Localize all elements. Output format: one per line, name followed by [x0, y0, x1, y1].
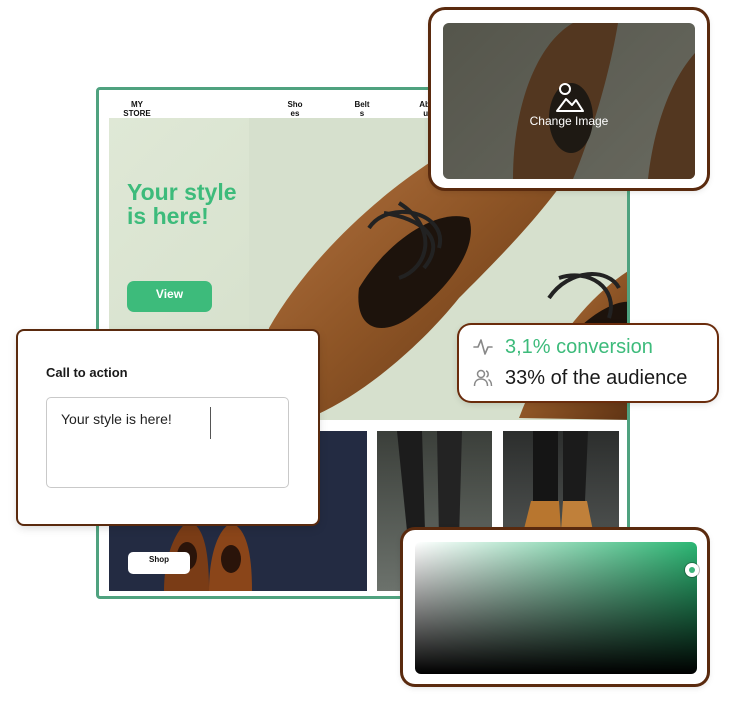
- change-image-label[interactable]: Change Image: [443, 114, 695, 128]
- cta-title: Call to action: [46, 365, 128, 380]
- store-logo[interactable]: MY STORE: [120, 100, 154, 118]
- color-picker-handle[interactable]: [685, 563, 699, 577]
- users-icon: [473, 369, 493, 387]
- change-image-card: Change Image: [431, 10, 707, 188]
- stat-conversion: 3,1% conversion: [473, 333, 653, 361]
- text-caret: [210, 407, 211, 439]
- call-to-action-card: Call to action Your style is here!: [18, 331, 318, 524]
- cta-text-field[interactable]: Your style is here!: [46, 397, 289, 488]
- activity-icon: [473, 339, 493, 355]
- color-picker-card: [403, 530, 707, 684]
- stat-audience: 33% of the audience: [473, 364, 687, 392]
- stats-card: 3,1% conversion 33% of the audience: [459, 325, 717, 401]
- hero-title: Your style is here!: [127, 179, 237, 229]
- color-saturation-field[interactable]: [415, 542, 697, 674]
- nav-link-belts[interactable]: Belts: [353, 100, 371, 118]
- conversion-text: 3,1% conversion: [505, 335, 653, 358]
- hero-view-button[interactable]: View: [127, 281, 212, 312]
- audience-text: 33% of the audience: [505, 366, 688, 389]
- image-preview[interactable]: Change Image: [443, 23, 695, 179]
- shop-button[interactable]: Shop: [128, 552, 190, 574]
- cta-text-value: Your style is here!: [61, 411, 172, 427]
- image-icon: [556, 83, 584, 112]
- nav-link-shoes[interactable]: Shoes: [286, 100, 304, 118]
